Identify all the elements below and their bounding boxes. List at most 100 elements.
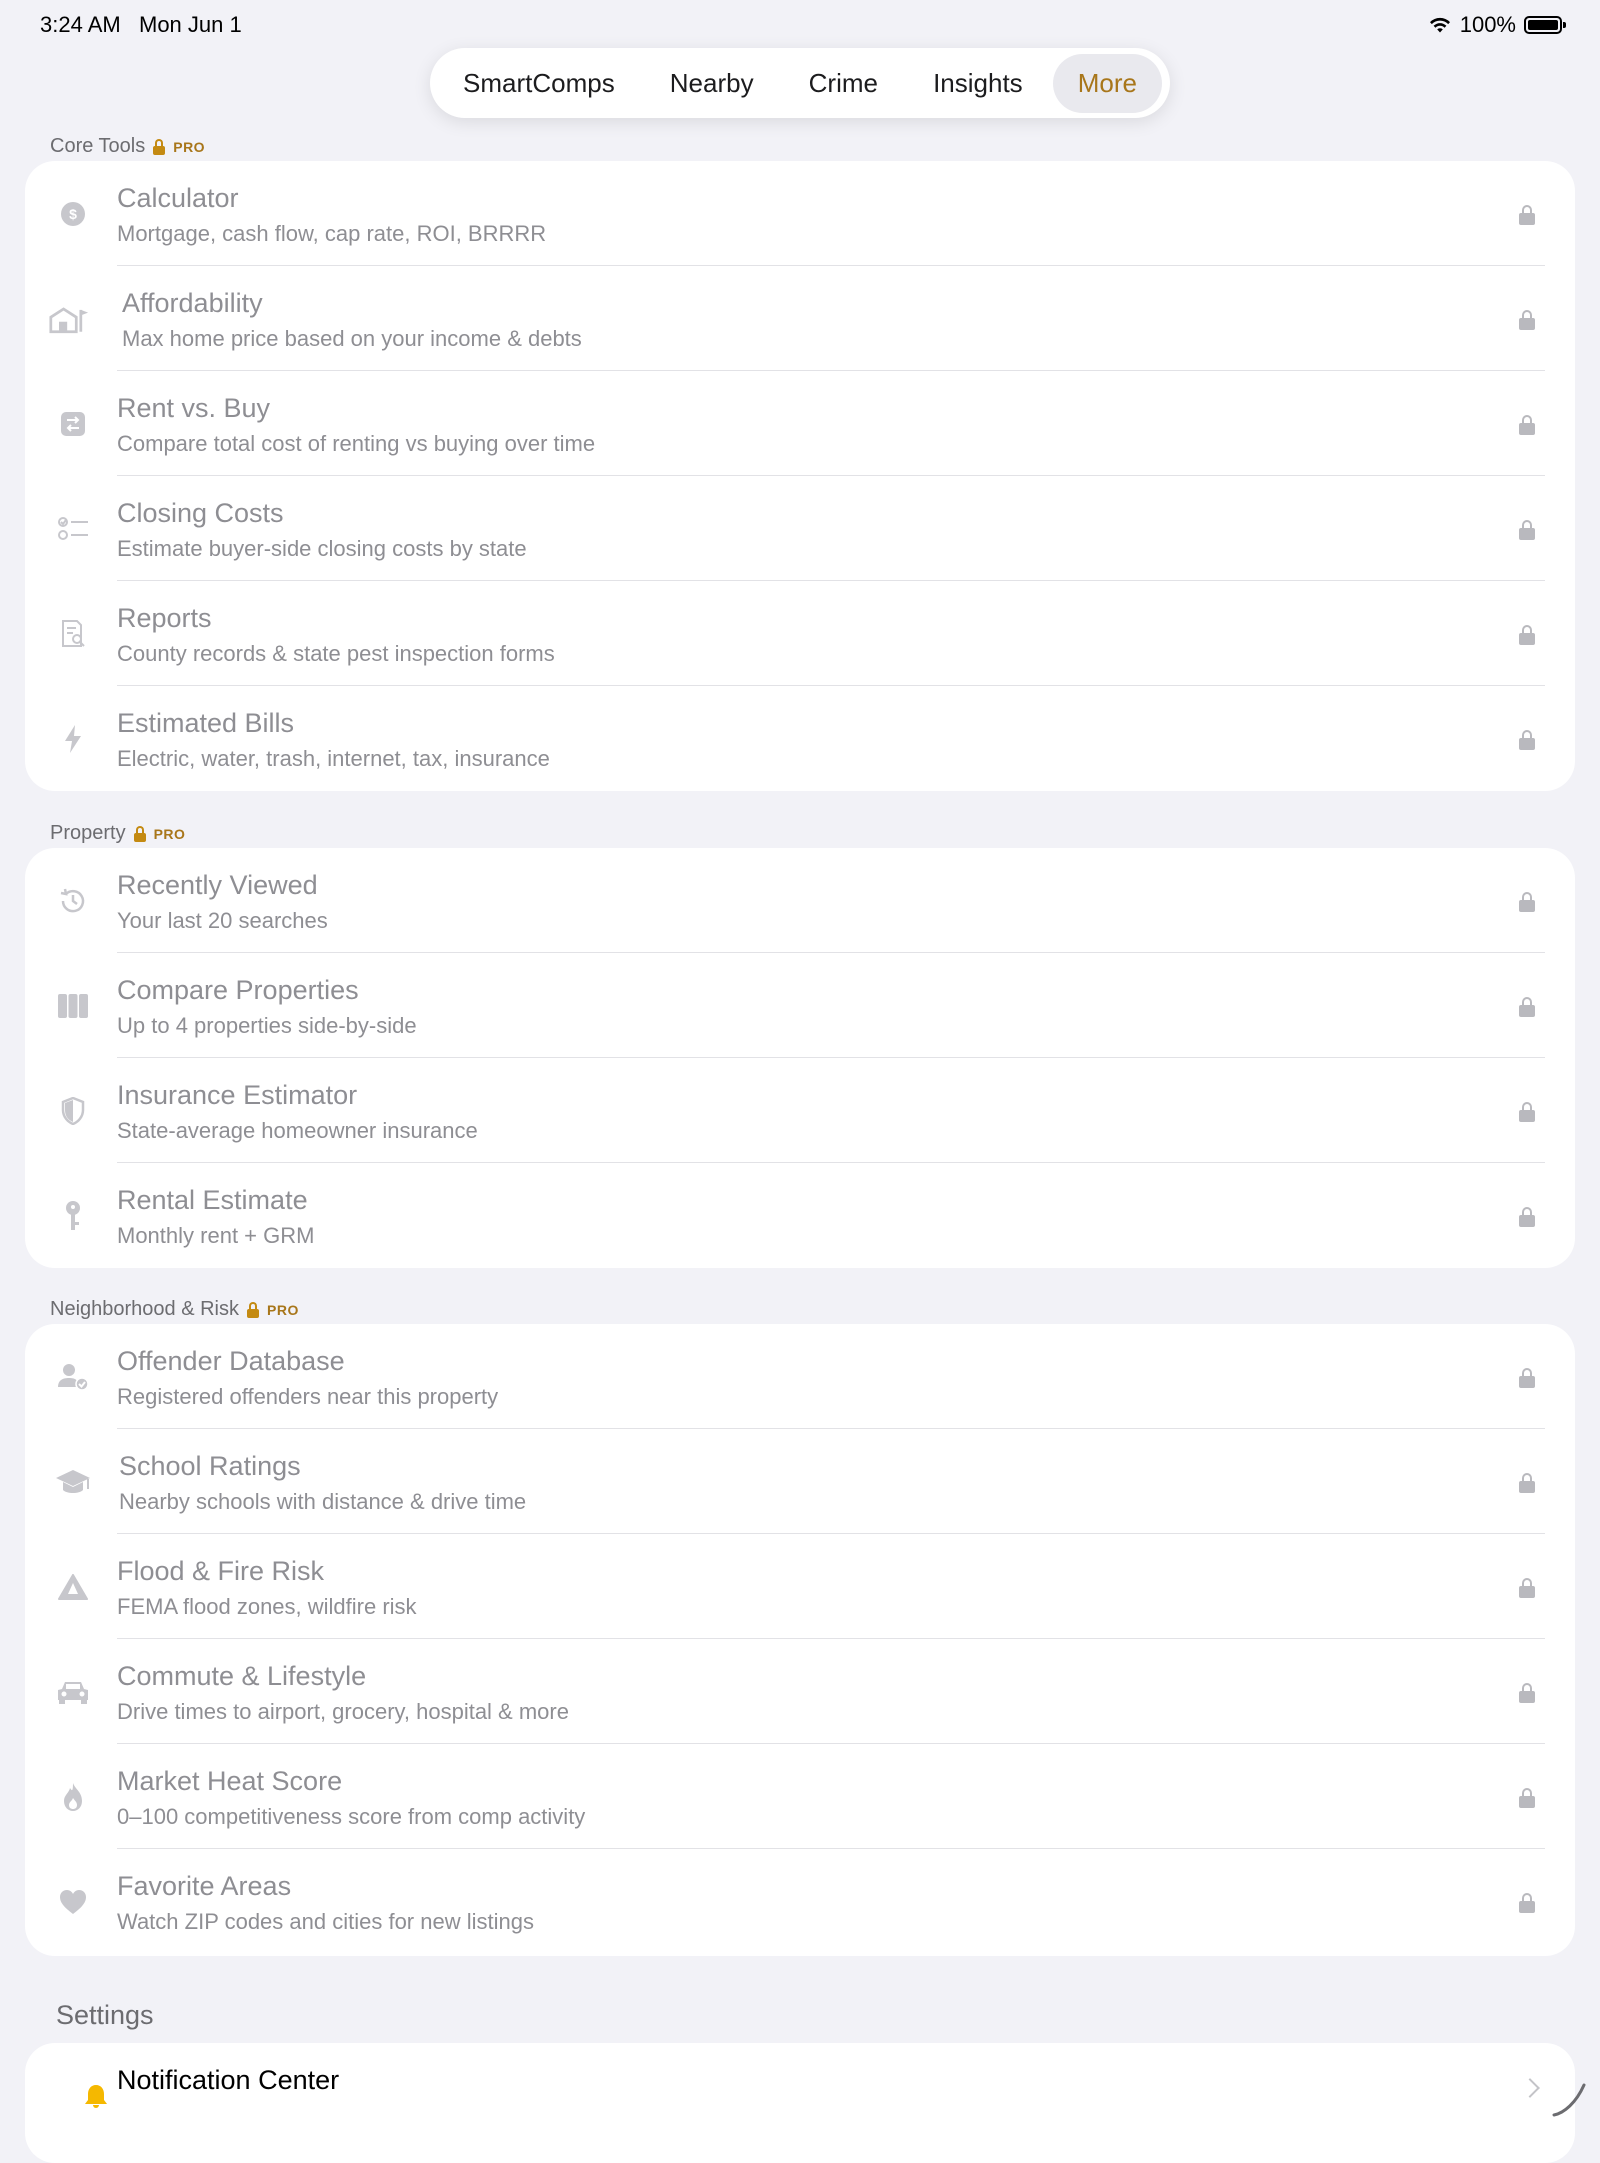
item-subtitle: Up to 4 properties side-by-side (117, 1013, 417, 1038)
pro-badge: PRO (173, 138, 206, 155)
list-item-recently-viewed[interactable]: Recently Viewed Your last 20 searches (25, 848, 1575, 953)
list-item-flood-fire-risk[interactable]: Flood & Fire Risk FEMA flood zones, wild… (25, 1534, 1575, 1639)
top-tab-bar: SmartComps Nearby Crime Insights More (430, 48, 1170, 118)
history-icon (53, 881, 93, 921)
item-subtitle: Drive times to airport, grocery, hospita… (117, 1699, 569, 1724)
chevron-right-icon (1520, 2078, 1540, 2098)
item-title: Affordability (122, 288, 263, 318)
status-time: 3:24 AM (40, 12, 121, 37)
lock-icon (1519, 310, 1535, 330)
lock-icon (1519, 1683, 1535, 1703)
tab-insights[interactable]: Insights (908, 54, 1048, 113)
section-header-core-tools: Core Tools PRO (50, 135, 205, 158)
lock-icon (1519, 892, 1535, 912)
bell-icon (85, 2085, 107, 2108)
house-flag-icon (49, 299, 89, 339)
tab-smartcomps[interactable]: SmartComps (438, 54, 640, 113)
section-title: Core Tools (50, 135, 146, 157)
item-title: Offender Database (117, 1346, 345, 1376)
item-subtitle: Registered offenders near this property (117, 1384, 499, 1409)
svg-text:$: $ (69, 206, 77, 222)
battery-icon (1524, 16, 1566, 34)
list-item-commute-lifestyle[interactable]: Commute & Lifestyle Drive times to airpo… (25, 1639, 1575, 1744)
lock-icon (247, 1301, 259, 1318)
item-subtitle: Electric, water, trash, internet, tax, i… (117, 746, 550, 771)
wifi-icon (1429, 17, 1450, 33)
property-card: Recently Viewed Your last 20 searches Co… (25, 848, 1575, 1268)
item-title: Market Heat Score (117, 1766, 343, 1796)
item-subtitle: County records & state pest inspection f… (117, 641, 555, 666)
item-subtitle: Mortgage, cash flow, cap rate, ROI, BRRR… (117, 221, 547, 246)
lock-icon (1519, 1368, 1535, 1388)
flame-icon (53, 1777, 93, 1817)
scroll-indicator[interactable] (1550, 2079, 1590, 2119)
item-title: School Ratings (119, 1451, 301, 1481)
list-item-compare-properties[interactable]: Compare Properties Up to 4 properties si… (25, 953, 1575, 1058)
tab-crime[interactable]: Crime (784, 54, 903, 113)
lock-icon (1519, 415, 1535, 435)
item-title: Compare Properties (117, 975, 359, 1005)
list-item-calculator[interactable]: $ Calculator Mortgage, cash flow, cap ra… (25, 161, 1575, 266)
neighborhood-risk-card: Offender Database Registered offenders n… (25, 1324, 1575, 1956)
list-item-affordability[interactable]: Affordability Max home price based on yo… (25, 266, 1575, 371)
dollar-circle-icon: $ (53, 194, 93, 234)
list-item-notification-center[interactable]: Notification Center (25, 2043, 1575, 2163)
battery-percent: 100% (1459, 12, 1516, 37)
list-item-insurance-estimator[interactable]: Insurance Estimator State-average homeow… (25, 1058, 1575, 1163)
settings-card: Notification Center (25, 2043, 1575, 2163)
item-subtitle: Nearby schools with distance & drive tim… (119, 1489, 527, 1514)
lock-icon (1519, 520, 1535, 540)
item-subtitle: Monthly rent + GRM (117, 1223, 315, 1248)
tab-more[interactable]: More (1052, 53, 1162, 113)
list-item-estimated-bills[interactable]: Estimated Bills Electric, water, trash, … (25, 686, 1575, 791)
warning-triangle-icon (53, 1567, 93, 1607)
document-search-icon (53, 614, 93, 654)
status-bar: 3:24 AM Mon Jun 1 100% (0, 0, 1600, 50)
item-subtitle: Compare total cost of renting vs buying … (117, 431, 596, 456)
pro-badge: PRO (153, 825, 186, 842)
item-title: Reports (117, 603, 212, 633)
item-title: Notification Center (117, 2065, 340, 2095)
item-subtitle: Max home price based on your income & de… (122, 326, 582, 351)
list-item-market-heat-score[interactable]: Market Heat Score 0–100 competitiveness … (25, 1744, 1575, 1849)
lock-icon (1519, 1207, 1535, 1227)
checklist-icon (53, 509, 93, 549)
list-item-closing-costs[interactable]: Closing Costs Estimate buyer-side closin… (25, 476, 1575, 581)
list-item-favorite-areas[interactable]: Favorite Areas Watch ZIP codes and citie… (25, 1849, 1575, 1954)
tab-nearby[interactable]: Nearby (645, 54, 779, 113)
section-title: Property (50, 822, 126, 844)
item-title: Flood & Fire Risk (117, 1556, 325, 1586)
list-item-offender-database[interactable]: Offender Database Registered offenders n… (25, 1324, 1575, 1429)
lock-icon (1519, 1893, 1535, 1913)
item-subtitle: State-average homeowner insurance (117, 1118, 478, 1143)
item-title: Insurance Estimator (117, 1080, 358, 1110)
pro-badge: PRO (267, 1301, 299, 1318)
lock-icon (1519, 625, 1535, 645)
item-subtitle: Your last 20 searches (117, 908, 328, 933)
list-item-rental-estimate[interactable]: Rental Estimate Monthly rent + GRM (25, 1163, 1575, 1268)
item-title: Estimated Bills (117, 708, 295, 738)
swap-square-icon (53, 404, 93, 444)
lock-icon (1519, 1473, 1535, 1493)
section-header-neighborhood-risk: Neighborhood & Risk PRO (50, 1298, 299, 1321)
item-title: Favorite Areas (117, 1871, 292, 1901)
item-subtitle: FEMA flood zones, wildfire risk (117, 1594, 417, 1619)
lock-icon (1519, 730, 1535, 750)
car-icon (53, 1672, 93, 1712)
lock-icon (133, 825, 146, 842)
section-header-property: Property PRO (50, 822, 185, 845)
lock-icon (1519, 1102, 1535, 1122)
item-subtitle: 0–100 competitiveness score from comp ac… (117, 1804, 586, 1829)
columns-icon (53, 986, 93, 1026)
item-title: Rental Estimate (117, 1185, 308, 1215)
item-title: Calculator (117, 183, 239, 213)
list-item-rent-vs-buy[interactable]: Rent vs. Buy Compare total cost of renti… (25, 371, 1575, 476)
graduation-cap-icon (53, 1462, 93, 1502)
lock-icon (1519, 997, 1535, 1017)
section-title: Neighborhood & Risk (50, 1298, 239, 1320)
lock-icon (1519, 1578, 1535, 1598)
key-icon (53, 1196, 93, 1236)
list-item-school-ratings[interactable]: School Ratings Nearby schools with dista… (25, 1429, 1575, 1534)
item-subtitle: Watch ZIP codes and cities for new listi… (117, 1909, 534, 1934)
list-item-reports[interactable]: Reports County records & state pest insp… (25, 581, 1575, 686)
